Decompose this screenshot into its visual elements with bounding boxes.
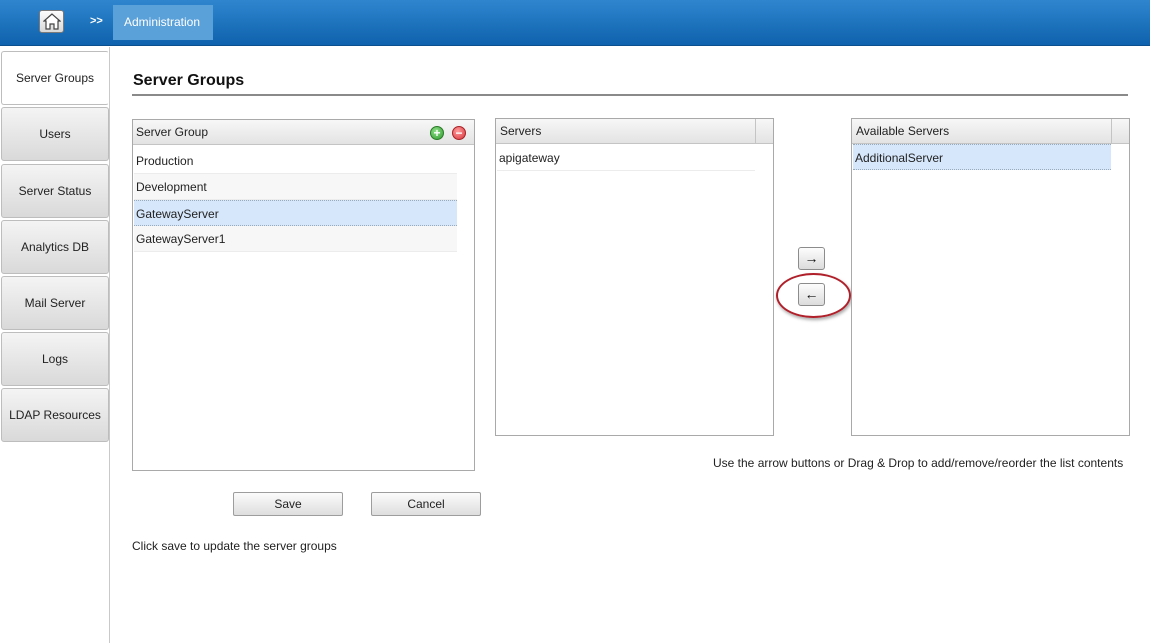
footer-note: Click save to update the server groups bbox=[132, 539, 337, 553]
home-button[interactable] bbox=[39, 10, 64, 33]
arrow-right-icon: → bbox=[804, 250, 819, 266]
sidebar: Server Groups Users Server Status Analyt… bbox=[0, 47, 110, 643]
save-button[interactable]: Save bbox=[233, 492, 343, 516]
list-item[interactable]: Production bbox=[134, 148, 457, 174]
breadcrumb-administration[interactable]: Administration bbox=[113, 5, 213, 40]
list-item[interactable]: Development bbox=[134, 174, 457, 200]
breadcrumb-separator: >> bbox=[90, 15, 103, 27]
servers-header-end bbox=[755, 119, 773, 144]
sidebar-item-users[interactable]: Users bbox=[1, 107, 109, 161]
highlight-annotation bbox=[776, 273, 851, 318]
sidebar-item-analytics-db[interactable]: Analytics DB bbox=[1, 220, 109, 274]
available-servers-header-label: Available Servers bbox=[856, 124, 950, 138]
available-servers-header: Available Servers bbox=[852, 119, 1129, 144]
server-group-panel: Server Group + − Production Development … bbox=[132, 119, 475, 471]
list-item[interactable]: GatewayServer1 bbox=[134, 226, 457, 252]
sidebar-item-mail-server[interactable]: Mail Server bbox=[1, 276, 109, 330]
list-item-selected[interactable]: AdditionalServer bbox=[853, 144, 1111, 170]
add-to-group-button[interactable]: → bbox=[798, 247, 825, 270]
add-icon[interactable]: + bbox=[430, 126, 444, 140]
available-servers-header-end bbox=[1111, 119, 1129, 144]
remove-icon[interactable]: − bbox=[452, 126, 466, 140]
servers-header: Servers bbox=[496, 119, 773, 144]
server-group-header-label: Server Group bbox=[136, 125, 209, 139]
available-servers-panel: Available Servers AdditionalServer bbox=[851, 118, 1130, 436]
sidebar-item-logs[interactable]: Logs bbox=[1, 332, 109, 386]
server-group-header: Server Group + − bbox=[133, 120, 474, 145]
sidebar-item-server-groups[interactable]: Server Groups bbox=[1, 51, 109, 105]
servers-header-label: Servers bbox=[500, 124, 542, 138]
list-item[interactable]: apigateway bbox=[497, 145, 755, 171]
servers-panel: Servers apigateway bbox=[495, 118, 774, 436]
page-title: Server Groups bbox=[133, 72, 245, 89]
sidebar-item-ldap-resources[interactable]: LDAP Resources bbox=[1, 388, 109, 442]
list-item-selected[interactable]: GatewayServer bbox=[134, 200, 457, 226]
hint-text: Use the arrow buttons or Drag & Drop to … bbox=[713, 456, 1124, 470]
top-bar: >> Administration bbox=[0, 0, 1150, 46]
cancel-button[interactable]: Cancel bbox=[371, 492, 481, 516]
home-icon bbox=[43, 13, 61, 30]
title-divider bbox=[132, 94, 1128, 96]
sidebar-item-server-status[interactable]: Server Status bbox=[1, 164, 109, 218]
